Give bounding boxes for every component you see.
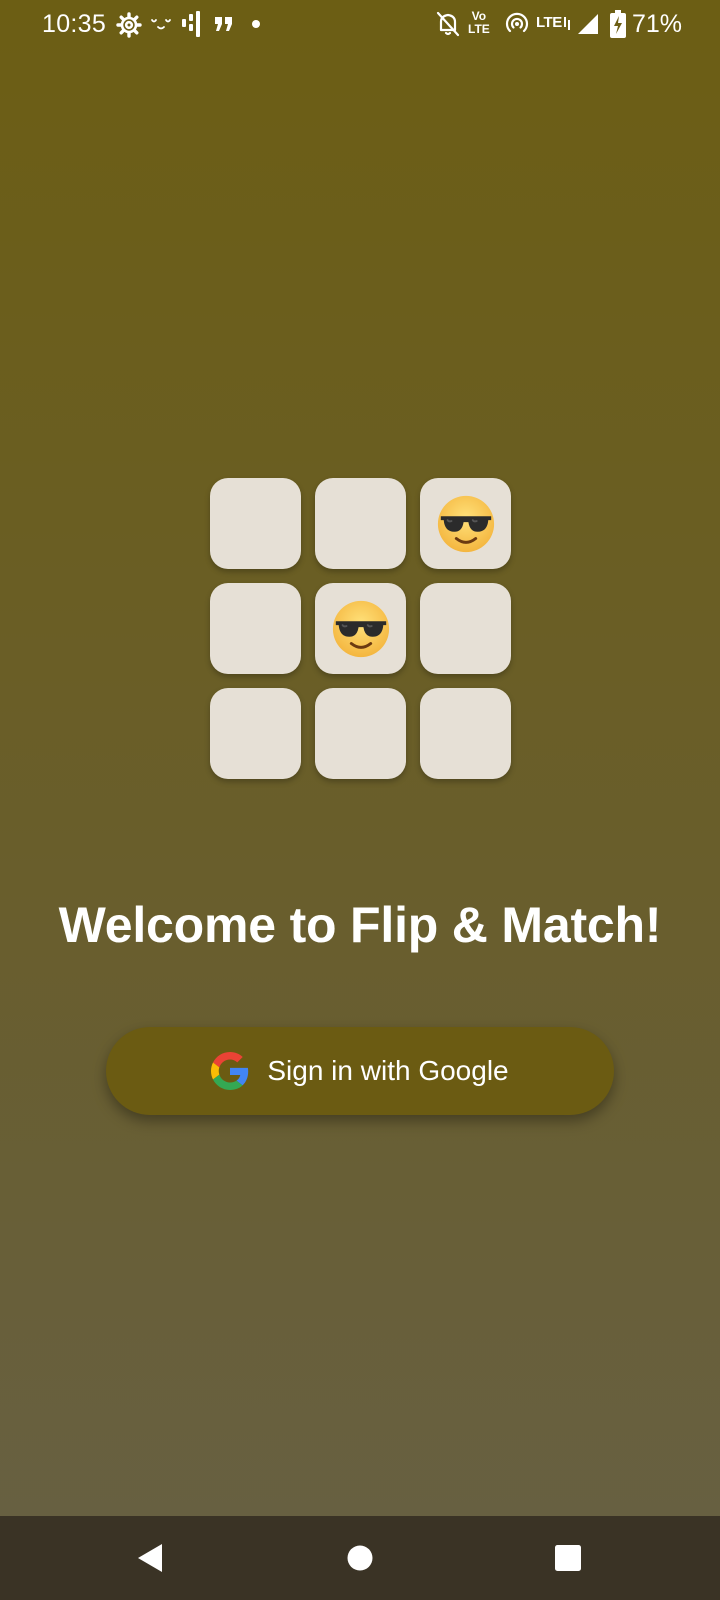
welcome-title: Welcome to Flip & Match! xyxy=(58,897,662,953)
sunglasses-emoji-icon xyxy=(332,600,389,657)
recents-button[interactable] xyxy=(523,1516,613,1600)
navigation-bar xyxy=(0,1516,720,1600)
quote-app-icon xyxy=(215,17,232,31)
back-button[interactable] xyxy=(105,1516,195,1600)
card-9[interactable] xyxy=(420,688,511,779)
card-1[interactable] xyxy=(210,478,301,569)
volte-bottom-label: LTE xyxy=(468,22,490,36)
home-button[interactable] xyxy=(315,1516,405,1600)
card-2[interactable] xyxy=(315,478,406,569)
google-g-icon xyxy=(211,1052,249,1090)
face-notification-icon xyxy=(151,19,171,30)
volte-icon: Vo LTE xyxy=(468,10,490,36)
recents-icon xyxy=(555,1545,581,1571)
card-6[interactable] xyxy=(420,583,511,674)
card-8[interactable] xyxy=(315,688,406,779)
card-7[interactable] xyxy=(210,688,301,779)
battery-percent: 71% xyxy=(632,10,683,38)
bars-app-icon xyxy=(182,11,200,37)
hotspot-icon xyxy=(505,12,529,33)
card-3[interactable] xyxy=(420,478,511,569)
data-arrows-icon xyxy=(564,17,570,30)
sunglasses-emoji-icon xyxy=(437,495,494,552)
more-notifications-dot-icon xyxy=(252,20,260,28)
lte-label: LTE xyxy=(536,14,562,31)
sign-in-with-google-button[interactable]: Sign in with Google xyxy=(106,1027,614,1115)
card-5[interactable] xyxy=(315,583,406,674)
card-grid xyxy=(210,478,512,780)
bell-off-icon xyxy=(436,11,460,37)
settings-gear-icon xyxy=(116,12,142,38)
status-bar: 10:35 Vo LTE LTE 71% xyxy=(0,0,720,50)
back-icon xyxy=(138,1544,162,1572)
status-time: 10:35 xyxy=(42,10,107,38)
signal-icon xyxy=(578,14,598,34)
sign-in-label: Sign in with Google xyxy=(267,1055,509,1086)
home-icon xyxy=(347,1545,373,1571)
card-4[interactable] xyxy=(210,583,301,674)
battery-charging-icon xyxy=(610,10,626,38)
